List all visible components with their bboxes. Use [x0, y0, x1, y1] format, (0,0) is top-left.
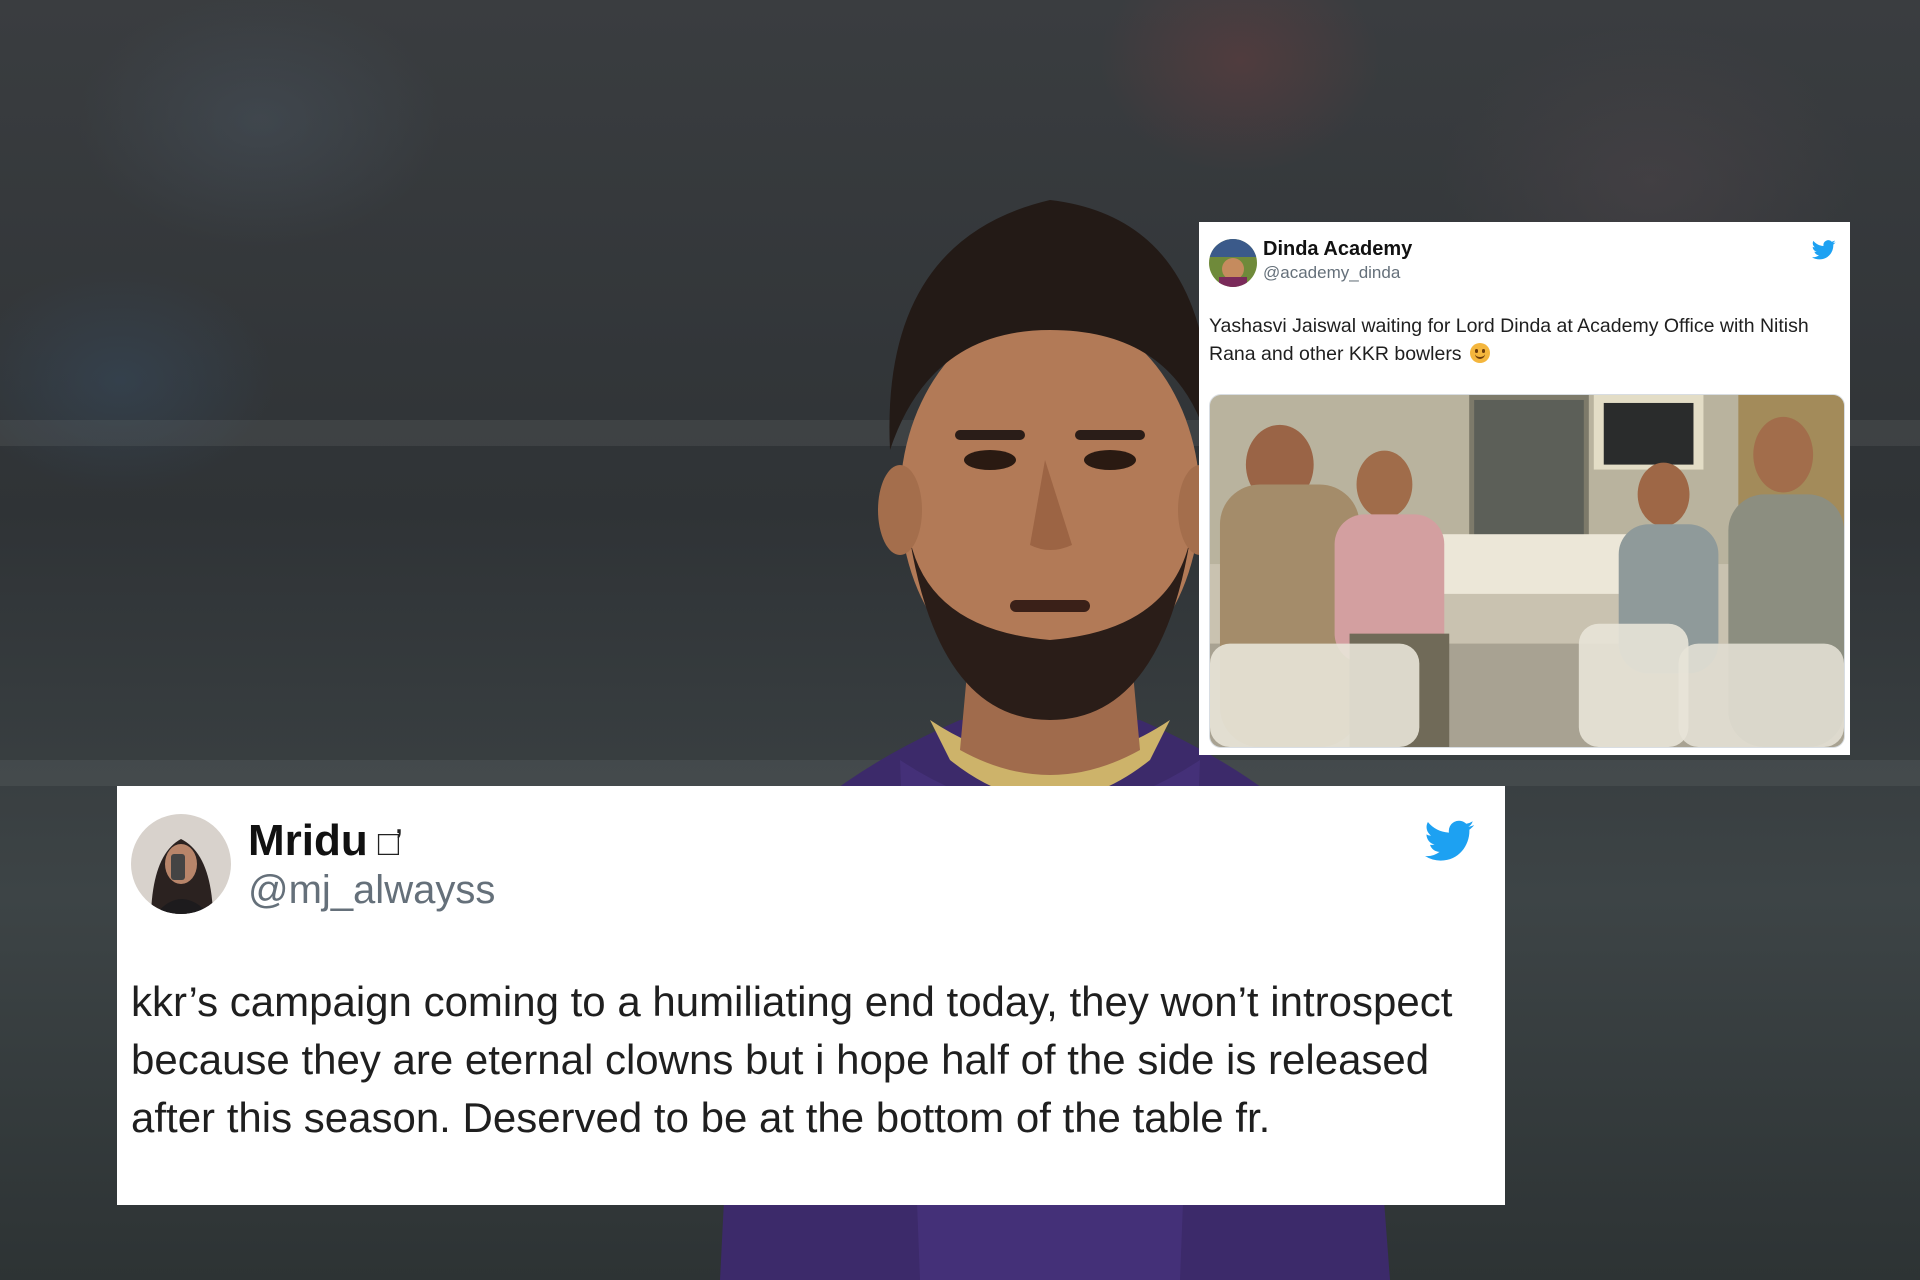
tweet-author-name[interactable]: Dinda Academy — [1263, 238, 1412, 261]
tweet-author-handle[interactable]: @academy_dinda — [1263, 263, 1400, 283]
tweet-author-name[interactable]: Mridu □̓ — [248, 816, 399, 866]
tweet-meme-image[interactable] — [1209, 394, 1845, 748]
avatar[interactable] — [1209, 239, 1257, 287]
tweet-card-dinda-academy[interactable]: Dinda Academy @academy_dinda Yashasvi Ja… — [1199, 222, 1850, 755]
tweet-text: Yashasvi Jaiswal waiting for Lord Dinda … — [1209, 315, 1809, 365]
twitter-bird-icon — [1425, 820, 1475, 862]
tweet-card-mridu[interactable]: Mridu □̓ @mj_alwayss kkr’s campaign comin… — [117, 786, 1505, 1205]
smiling-face-emoji-icon — [1469, 343, 1490, 363]
name-suffix-glyph: □̓ — [377, 824, 400, 863]
tweet-author-handle[interactable]: @mj_alwayss — [248, 868, 495, 913]
avatar[interactable] — [131, 814, 231, 914]
tweet-text: kkr’s campaign coming to a humiliating e… — [131, 978, 1453, 1141]
twitter-bird-icon — [1812, 240, 1836, 260]
